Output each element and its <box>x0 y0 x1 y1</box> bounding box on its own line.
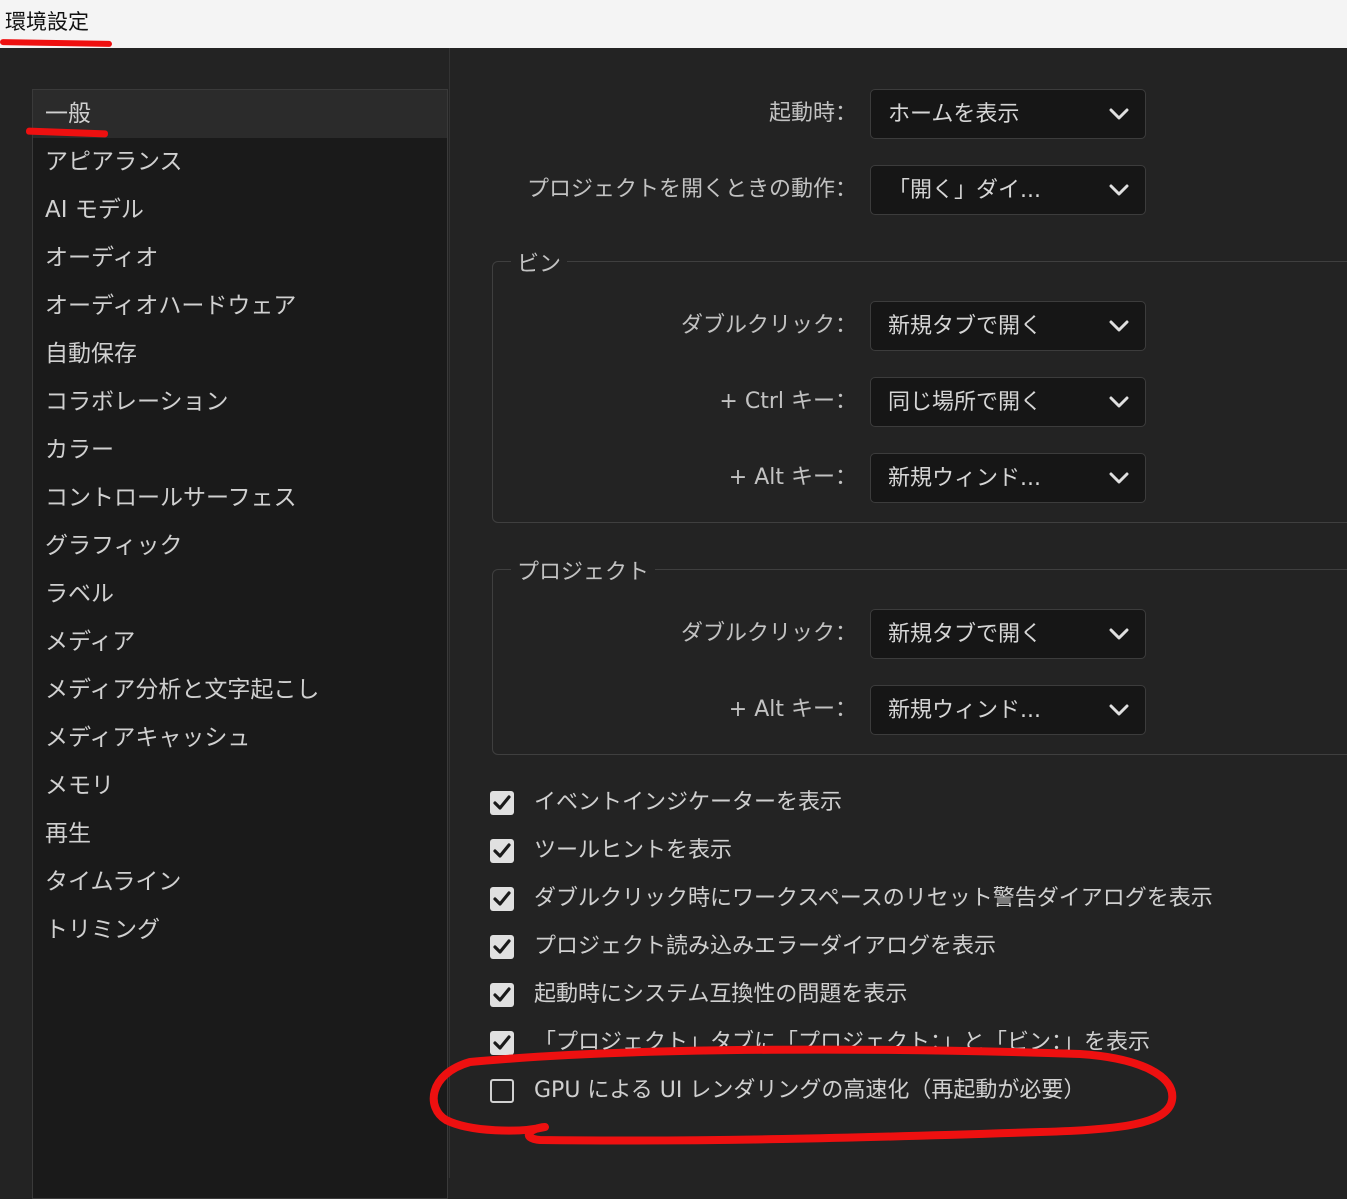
bin-double-click-label: ダブルクリック： <box>680 313 857 338</box>
open-project-label: プロジェクトを開くときの動作： <box>526 177 857 202</box>
sidebar-item-appearance[interactable]: アピアランス <box>33 138 447 186</box>
chevron-down-icon <box>1109 108 1129 120</box>
bin-ctrl-dropdown[interactable]: 同じ場所で開く <box>870 377 1146 427</box>
startup-label: 起動時： <box>768 101 857 126</box>
bin-ctrl-label: + Ctrl キー： <box>719 389 857 414</box>
chevron-down-icon <box>1109 320 1129 332</box>
checkbox-label: プロジェクト読み込みエラーダイアログを表示 <box>534 934 997 959</box>
sidebar-item-audio[interactable]: オーディオ <box>33 234 447 282</box>
bin-ctrl-value: 同じ場所で開く <box>888 390 1043 415</box>
startup-dropdown[interactable]: ホームを表示 <box>870 89 1146 139</box>
chevron-down-icon <box>1109 184 1129 196</box>
sidebar-item-trimming[interactable]: トリミング <box>33 906 447 954</box>
window-title: 環境設定 <box>5 10 89 34</box>
project-alt-value: 新規ウィンド... <box>888 698 1041 723</box>
preferences-sidebar: 一般 アピアランス AI モデル オーディオ オーディオハードウェア 自動保存 … <box>32 89 448 1199</box>
checkmark-icon <box>493 795 511 810</box>
checkbox-label: 起動時にシステム互換性の問題を表示 <box>534 982 908 1007</box>
bin-double-click-value: 新規タブで開く <box>888 314 1043 339</box>
checkbox-checked[interactable] <box>490 887 514 911</box>
checkbox-unchecked[interactable] <box>490 1079 514 1103</box>
checkbox-checked[interactable] <box>490 1031 514 1055</box>
project-double-click-value: 新規タブで開く <box>888 622 1043 647</box>
chevron-down-icon <box>1109 628 1129 640</box>
sidebar-item-ai-models[interactable]: AI モデル <box>33 186 447 234</box>
sidebar-item-media-analysis[interactable]: メディア分析と文字起こし <box>33 666 447 714</box>
checkbox-checked[interactable] <box>490 839 514 863</box>
checkmark-icon <box>493 1035 511 1050</box>
bin-alt-value: 新規ウィンド... <box>888 466 1041 491</box>
project-alt-label: + Alt キー： <box>728 697 857 722</box>
checkmark-icon <box>493 843 511 858</box>
bin-group-title: ビン <box>511 246 568 278</box>
chevron-down-icon <box>1109 704 1129 716</box>
project-double-click-label: ダブルクリック： <box>680 621 857 646</box>
checkmark-icon <box>493 891 511 906</box>
open-project-dropdown[interactable]: 「開く」ダイ... <box>870 165 1146 215</box>
checkmark-icon <box>493 987 511 1002</box>
project-alt-dropdown[interactable]: 新規ウィンド... <box>870 685 1146 735</box>
sidebar-item-timeline[interactable]: タイムライン <box>33 858 447 906</box>
checkbox-label: 「プロジェクト」タブに「プロジェクト：」と「ビン：」を表示 <box>534 1030 1151 1055</box>
checkbox-label: イベントインジケーターを表示 <box>534 790 843 815</box>
checkbox-label: ツールヒントを表示 <box>534 838 733 863</box>
checkmark-icon <box>493 939 511 954</box>
project-double-click-dropdown[interactable]: 新規タブで開く <box>870 609 1146 659</box>
startup-value: ホームを表示 <box>888 102 1020 127</box>
bin-double-click-dropdown[interactable]: 新規タブで開く <box>870 301 1146 351</box>
bin-alt-label: + Alt キー： <box>728 465 857 490</box>
chevron-down-icon <box>1109 472 1129 484</box>
checkbox-checked[interactable] <box>490 935 514 959</box>
sidebar-item-collaboration[interactable]: コラボレーション <box>33 378 447 426</box>
sidebar-item-control-surface[interactable]: コントロールサーフェス <box>33 474 447 522</box>
sidebar-item-media-cache[interactable]: メディアキャッシュ <box>33 714 447 762</box>
sidebar-item-graphics[interactable]: グラフィック <box>33 522 447 570</box>
sidebar-item-labels[interactable]: ラベル <box>33 570 447 618</box>
chevron-down-icon <box>1109 396 1129 408</box>
checkbox-checked[interactable] <box>490 983 514 1007</box>
sidebar-item-memory[interactable]: メモリ <box>33 762 447 810</box>
sidebar-item-audio-hardware[interactable]: オーディオハードウェア <box>33 282 447 330</box>
sidebar-item-media[interactable]: メディア <box>33 618 447 666</box>
checkbox-checked[interactable] <box>490 791 514 815</box>
bin-alt-dropdown[interactable]: 新規ウィンド... <box>870 453 1146 503</box>
checkbox-label: GPU による UI レンダリングの高速化（再起動が必要） <box>534 1078 1086 1103</box>
open-project-value: 「開く」ダイ... <box>888 178 1041 203</box>
project-group-title: プロジェクト <box>511 554 656 586</box>
title-bar: 環境設定 <box>0 0 1347 48</box>
panel-divider <box>449 48 450 1178</box>
sidebar-item-playback[interactable]: 再生 <box>33 810 447 858</box>
sidebar-item-auto-save[interactable]: 自動保存 <box>33 330 447 378</box>
checkbox-label: ダブルクリック時にワークスペースのリセット警告ダイアログを表示 <box>534 886 1213 911</box>
sidebar-item-color[interactable]: カラー <box>33 426 447 474</box>
